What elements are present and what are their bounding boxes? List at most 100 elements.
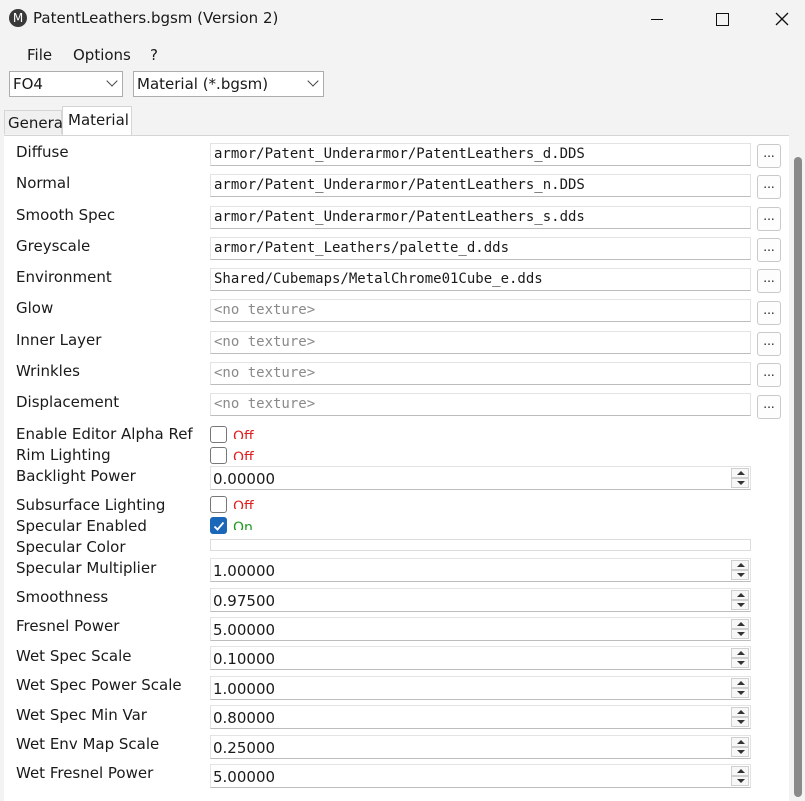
label-specular-color: Specular Color bbox=[16, 538, 126, 556]
tab-general[interactable]: General bbox=[4, 110, 67, 134]
spin-down-button[interactable] bbox=[731, 600, 749, 610]
scrollbar-thumb[interactable] bbox=[794, 157, 802, 797]
spin-down-button[interactable] bbox=[731, 688, 749, 698]
smoothness-value: 0.97500 bbox=[213, 592, 276, 610]
label-wrinkles: Wrinkles bbox=[16, 362, 80, 380]
label-rim-lighting: Rim Lighting bbox=[16, 446, 111, 464]
wet-spec-power-scale-value: 1.00000 bbox=[213, 680, 276, 698]
label-displacement: Displacement bbox=[16, 393, 120, 411]
label-wet-spec-min-var: Wet Spec Min Var bbox=[16, 706, 147, 724]
label-inner-layer: Inner Layer bbox=[16, 331, 102, 349]
wet-fresnel-power-spinbox[interactable]: 5.00000 bbox=[210, 764, 751, 788]
wet-spec-scale-spinbox[interactable]: 0.10000 bbox=[210, 646, 751, 670]
game-select-value: FO4 bbox=[13, 75, 43, 93]
spin-up-button[interactable] bbox=[731, 619, 749, 629]
spin-down-button[interactable] bbox=[731, 629, 749, 639]
minimize-button[interactable] bbox=[627, 0, 687, 38]
arrow-up-icon bbox=[737, 563, 745, 567]
tab-material[interactable]: Material bbox=[62, 106, 132, 136]
smoothness-spinbox[interactable]: 0.97500 bbox=[210, 588, 751, 612]
spin-up-button[interactable] bbox=[731, 468, 749, 478]
label-backlight-power: Backlight Power bbox=[16, 467, 136, 485]
file-type-select[interactable]: Material (*.bgsm) bbox=[133, 71, 324, 97]
environment-texture-field[interactable]: Shared/Cubemaps/MetalChrome01Cube_e.dds bbox=[210, 268, 751, 291]
close-button[interactable] bbox=[752, 0, 805, 38]
menu-bar: File Options ? bbox=[0, 40, 805, 68]
chevron-down-icon bbox=[307, 75, 319, 87]
spin-down-button[interactable] bbox=[731, 747, 749, 757]
menu-help[interactable]: ? bbox=[150, 46, 158, 64]
arrow-down-icon bbox=[737, 481, 745, 485]
browse-normal-button[interactable]: ... bbox=[757, 175, 781, 199]
specular-color-swatch[interactable] bbox=[210, 539, 751, 551]
menu-file[interactable]: File bbox=[27, 46, 52, 64]
label-greyscale: Greyscale bbox=[16, 237, 91, 255]
spin-down-button[interactable] bbox=[731, 658, 749, 668]
menu-options[interactable]: Options bbox=[73, 46, 131, 64]
browse-greyscale-button[interactable]: ... bbox=[757, 238, 781, 262]
specular-multiplier-spinbox[interactable]: 1.00000 bbox=[210, 558, 751, 582]
spin-up-button[interactable] bbox=[731, 590, 749, 600]
inner-layer-texture-field[interactable]: <no texture> bbox=[210, 331, 751, 354]
title-bar: M PatentLeathers.bgsm (Version 2) bbox=[0, 0, 805, 38]
rim-lighting-checkbox[interactable] bbox=[210, 447, 227, 464]
arrow-down-icon bbox=[737, 691, 745, 695]
smooth-spec-texture-field[interactable]: armor/Patent_Underarmor/PatentLeathers_s… bbox=[210, 206, 751, 229]
spin-up-button[interactable] bbox=[731, 737, 749, 747]
browse-inner-layer-button[interactable]: ... bbox=[757, 332, 781, 356]
vertical-scrollbar[interactable] bbox=[791, 135, 805, 800]
spin-up-button[interactable] bbox=[731, 648, 749, 658]
enable-editor-alpha-ref-state: Off bbox=[233, 429, 254, 439]
label-smooth-spec: Smooth Spec bbox=[16, 206, 116, 224]
backlight-power-value: 0.00000 bbox=[213, 470, 276, 488]
wet-fresnel-power-value: 5.00000 bbox=[213, 768, 276, 786]
arrow-down-icon bbox=[737, 750, 745, 754]
specular-multiplier-value: 1.00000 bbox=[213, 562, 276, 580]
browse-environment-button[interactable]: ... bbox=[757, 269, 781, 293]
chevron-down-icon bbox=[106, 75, 118, 87]
wet-spec-power-scale-spinbox[interactable]: 1.00000 bbox=[210, 676, 751, 700]
browse-diffuse-button[interactable]: ... bbox=[757, 144, 781, 168]
spin-up-button[interactable] bbox=[731, 678, 749, 688]
spin-down-button[interactable] bbox=[731, 717, 749, 727]
spin-down-button[interactable] bbox=[731, 776, 749, 786]
specular-enabled-checkbox[interactable] bbox=[210, 517, 227, 534]
wet-spec-min-var-spinbox[interactable]: 0.80000 bbox=[210, 705, 751, 729]
arrow-up-icon bbox=[737, 471, 745, 475]
browse-displacement-button[interactable]: ... bbox=[757, 395, 781, 419]
arrow-up-icon bbox=[737, 593, 745, 597]
subsurface-lighting-checkbox[interactable] bbox=[210, 496, 227, 513]
browse-smooth-spec-button[interactable]: ... bbox=[757, 207, 781, 231]
game-select[interactable]: FO4 bbox=[9, 71, 123, 97]
browse-wrinkles-button[interactable]: ... bbox=[757, 363, 781, 387]
spin-up-button[interactable] bbox=[731, 766, 749, 776]
diffuse-texture-field[interactable]: armor/Patent_Underarmor/PatentLeathers_d… bbox=[210, 143, 751, 166]
arrow-up-icon bbox=[737, 740, 745, 744]
enable-editor-alpha-ref-checkbox[interactable] bbox=[210, 426, 227, 443]
greyscale-texture-field[interactable]: armor/Patent_Leathers/palette_d.dds bbox=[210, 237, 751, 260]
arrow-up-icon bbox=[737, 622, 745, 626]
displacement-texture-field[interactable]: <no texture> bbox=[210, 393, 751, 416]
wet-env-map-scale-spinbox[interactable]: 0.25000 bbox=[210, 735, 751, 759]
fresnel-power-spinbox[interactable]: 5.00000 bbox=[210, 617, 751, 641]
browse-glow-button[interactable]: ... bbox=[757, 301, 781, 325]
wet-spec-min-var-value: 0.80000 bbox=[213, 709, 276, 727]
spin-down-button[interactable] bbox=[731, 478, 749, 488]
glow-texture-field[interactable]: <no texture> bbox=[210, 299, 751, 322]
label-diffuse: Diffuse bbox=[16, 143, 69, 161]
normal-texture-field[interactable]: armor/Patent_Underarmor/PatentLeathers_n… bbox=[210, 174, 751, 197]
label-fresnel-power: Fresnel Power bbox=[16, 617, 120, 635]
label-specular-enabled: Specular Enabled bbox=[16, 517, 147, 535]
minimize-icon bbox=[651, 18, 663, 20]
spin-up-button[interactable] bbox=[731, 560, 749, 570]
spin-down-button[interactable] bbox=[731, 570, 749, 580]
backlight-power-spinbox[interactable]: 0.00000 bbox=[210, 466, 751, 490]
label-wet-spec-power-scale: Wet Spec Power Scale bbox=[16, 676, 182, 694]
label-wet-fresnel-power: Wet Fresnel Power bbox=[16, 764, 154, 782]
maximize-button[interactable] bbox=[692, 0, 752, 38]
arrow-down-icon bbox=[737, 720, 745, 724]
wrinkles-texture-field[interactable]: <no texture> bbox=[210, 362, 751, 385]
spin-up-button[interactable] bbox=[731, 707, 749, 717]
label-smoothness: Smoothness bbox=[16, 588, 109, 606]
subsurface-lighting-state: Off bbox=[233, 499, 254, 509]
